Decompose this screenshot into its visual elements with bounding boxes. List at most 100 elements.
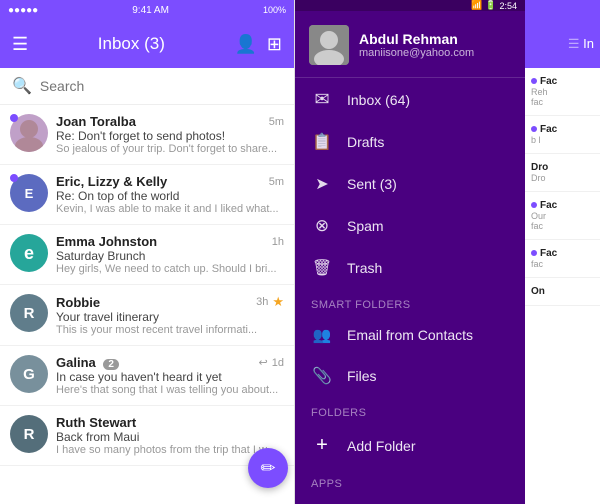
hamburger-icon[interactable]: ☰ xyxy=(12,34,28,55)
drawer-panel: 📶 🔋 2:54 Abdul Rehman maniisone@yahoo.co… xyxy=(295,0,525,504)
sender-robbie: Robbie xyxy=(56,295,100,310)
subject-robbie: Your travel itinerary xyxy=(56,310,284,324)
sender-galina: Galina 2 xyxy=(56,355,119,370)
right-email-item-0[interactable]: Fac Reh fac xyxy=(525,68,600,116)
smart-folders-header: Smart Folders xyxy=(295,289,525,315)
right-status-bar xyxy=(525,0,600,20)
drafts-label: Drafts xyxy=(347,134,384,150)
inbox-icon: ✉ xyxy=(311,89,333,110)
drawer-wifi-icon: 🔋 xyxy=(485,0,496,11)
right-panel: ☰ In Fac Reh fac Fac b l Dro Dro Fac Our… xyxy=(525,0,600,504)
reply-icon-galina: ↩ xyxy=(259,356,268,369)
time-galina: 1d xyxy=(272,357,284,369)
preview-robbie: This is your most recent travel informat… xyxy=(56,324,284,336)
badge-galina: 2 xyxy=(103,359,119,370)
trash-icon: 🗑 xyxy=(311,258,333,278)
add-folder-label: Add Folder xyxy=(347,438,415,454)
drawer-item-trash[interactable]: 🗑 Trash xyxy=(295,247,525,289)
profile-avatar xyxy=(309,25,349,65)
drawer-item-sent[interactable]: ➤ Sent (3) xyxy=(295,163,525,205)
search-bar: 🔍 xyxy=(0,68,294,105)
header-bar: ☰ Inbox (3) 👤 ⊞ xyxy=(0,20,294,68)
subject-joan: Re: Don't forget to send photos! xyxy=(56,129,284,143)
subject-emma: Saturday Brunch xyxy=(56,249,284,263)
drafts-icon: 📋 xyxy=(311,132,333,152)
search-input[interactable] xyxy=(40,78,282,94)
drawer-time: 2:54 xyxy=(499,1,517,11)
sent-icon: ➤ xyxy=(311,174,333,194)
trash-label: Trash xyxy=(347,260,382,276)
drawer-item-files[interactable]: 📎 Files xyxy=(295,355,525,397)
inbox-label: Inbox (64) xyxy=(347,92,410,108)
drawer-profile[interactable]: Abdul Rehman maniisone@yahoo.com xyxy=(295,11,525,78)
subject-eric: Re: On top of the world xyxy=(56,189,284,203)
contacts-icon: 👥 xyxy=(311,326,333,344)
preview-ruth: I have so many photos from the trip that… xyxy=(56,444,284,456)
left-time: 9:41 AM xyxy=(132,5,169,16)
battery-icon: 100% xyxy=(263,5,286,15)
profile-email: maniisone@yahoo.com xyxy=(359,47,511,59)
sender-eric: Eric, Lizzy & Kelly xyxy=(56,174,167,189)
email-list: Joan Toralba 5m Re: Don't forget to send… xyxy=(0,105,294,504)
email-content-robbie: Robbie 3h ★ Your travel itinerary This i… xyxy=(56,294,284,336)
drawer-item-add-folder[interactable]: + Add Folder xyxy=(295,423,525,468)
search-icon: 🔍 xyxy=(12,76,32,96)
right-inbox-title: ☰ In xyxy=(568,36,594,52)
signal-icons: ●●●●● xyxy=(8,5,38,16)
email-item-joan[interactable]: Joan Toralba 5m Re: Don't forget to send… xyxy=(0,105,294,165)
drawer-item-drafts[interactable]: 📋 Drafts xyxy=(295,121,525,163)
email-content-galina: Galina 2 ↩ 1d In case you haven't heard … xyxy=(56,355,284,396)
spam-label: Spam xyxy=(347,218,384,234)
subject-galina: In case you haven't heard it yet xyxy=(56,370,284,384)
drawer-status-bar: 📶 🔋 2:54 xyxy=(295,0,525,11)
files-icon: 📎 xyxy=(311,366,333,386)
drawer-signal-icon: 📶 xyxy=(471,0,482,11)
pencil-icon: ✏ xyxy=(260,458,275,479)
grid-icon[interactable]: ⊞ xyxy=(267,34,282,55)
profile-name: Abdul Rehman xyxy=(359,31,511,47)
preview-galina: Here's that song that I was telling you … xyxy=(56,384,284,396)
email-content-ruth: Ruth Stewart Back from Maui I have so ma… xyxy=(56,415,284,456)
email-content-emma: Emma Johnston 1h Saturday Brunch Hey gir… xyxy=(56,234,284,275)
time-eric: 5m xyxy=(269,176,284,188)
header-icons: 👤 ⊞ xyxy=(234,34,282,55)
status-bar-left: ●●●●● 9:41 AM 100% xyxy=(0,0,294,20)
files-label: Files xyxy=(347,368,377,384)
drawer-item-messenger[interactable]: 😊 Messenger xyxy=(295,494,525,504)
drawer-item-contacts[interactable]: 👥 Email from Contacts xyxy=(295,315,525,355)
email-item-eric[interactable]: E Eric, Lizzy & Kelly 5m Re: On top of t… xyxy=(0,165,294,225)
right-email-item-5[interactable]: On xyxy=(525,278,600,306)
drawer-item-spam[interactable]: ⊗ Spam xyxy=(295,205,525,247)
sent-label: Sent (3) xyxy=(347,176,397,192)
sender-joan: Joan Toralba xyxy=(56,114,136,129)
preview-eric: Kevin, I was able to make it and I liked… xyxy=(56,203,284,215)
time-emma: 1h xyxy=(272,236,284,248)
sender-ruth: Ruth Stewart xyxy=(56,415,136,430)
time-joan: 5m xyxy=(269,116,284,128)
email-item-robbie[interactable]: R Robbie 3h ★ Your travel itinerary This… xyxy=(0,285,294,346)
email-content-joan: Joan Toralba 5m Re: Don't forget to send… xyxy=(56,114,284,155)
right-header-bar: ☰ In xyxy=(525,20,600,68)
right-email-item-2[interactable]: Dro Dro xyxy=(525,154,600,192)
star-icon-robbie[interactable]: ★ xyxy=(272,294,284,310)
email-item-emma[interactable]: e Emma Johnston 1h Saturday Brunch Hey g… xyxy=(0,225,294,285)
right-email-item-1[interactable]: Fac b l xyxy=(525,116,600,154)
preview-joan: So jealous of your trip. Don't forget to… xyxy=(56,143,284,155)
preview-emma: Hey girls, We need to catch up. Should I… xyxy=(56,263,284,275)
spam-icon: ⊗ xyxy=(311,216,333,236)
profile-info: Abdul Rehman maniisone@yahoo.com xyxy=(359,31,511,59)
compose-fab[interactable]: ✏ xyxy=(248,448,288,488)
inbox-title: Inbox (3) xyxy=(38,34,224,54)
time-robbie: 3h xyxy=(256,296,268,308)
sender-emma: Emma Johnston xyxy=(56,234,157,249)
email-content-eric: Eric, Lizzy & Kelly 5m Re: On top of the… xyxy=(56,174,284,215)
profile-icon[interactable]: 👤 xyxy=(234,34,256,55)
subject-ruth: Back from Maui xyxy=(56,430,284,444)
right-email-item-3[interactable]: Fac Our fac xyxy=(525,192,600,240)
add-folder-icon: + xyxy=(311,434,333,457)
left-panel: ●●●●● 9:41 AM 100% ☰ Inbox (3) 👤 ⊞ 🔍 xyxy=(0,0,295,504)
folders-header: Folders xyxy=(295,397,525,423)
right-email-item-4[interactable]: Fac fac xyxy=(525,240,600,278)
email-item-galina[interactable]: G Galina 2 ↩ 1d In case you haven't hear… xyxy=(0,346,294,406)
drawer-item-inbox[interactable]: ✉ Inbox (64) xyxy=(295,78,525,121)
